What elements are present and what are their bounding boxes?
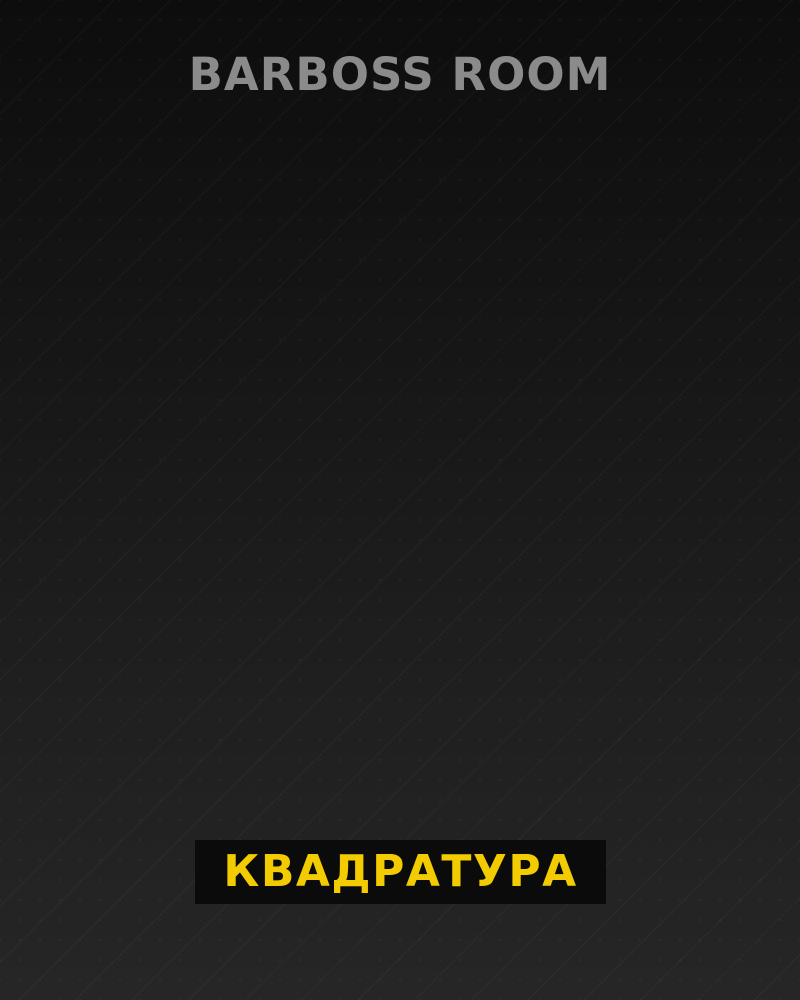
poster-screen: BARBOSS ROOM КВАДРАТУРА: [0, 0, 800, 1000]
brand-title: BARBOSS ROOM: [188, 48, 612, 101]
quadrature-label: КВАДРАТУРА: [223, 846, 578, 897]
quadrature-label-box: КВАДРАТУРА: [195, 840, 606, 904]
